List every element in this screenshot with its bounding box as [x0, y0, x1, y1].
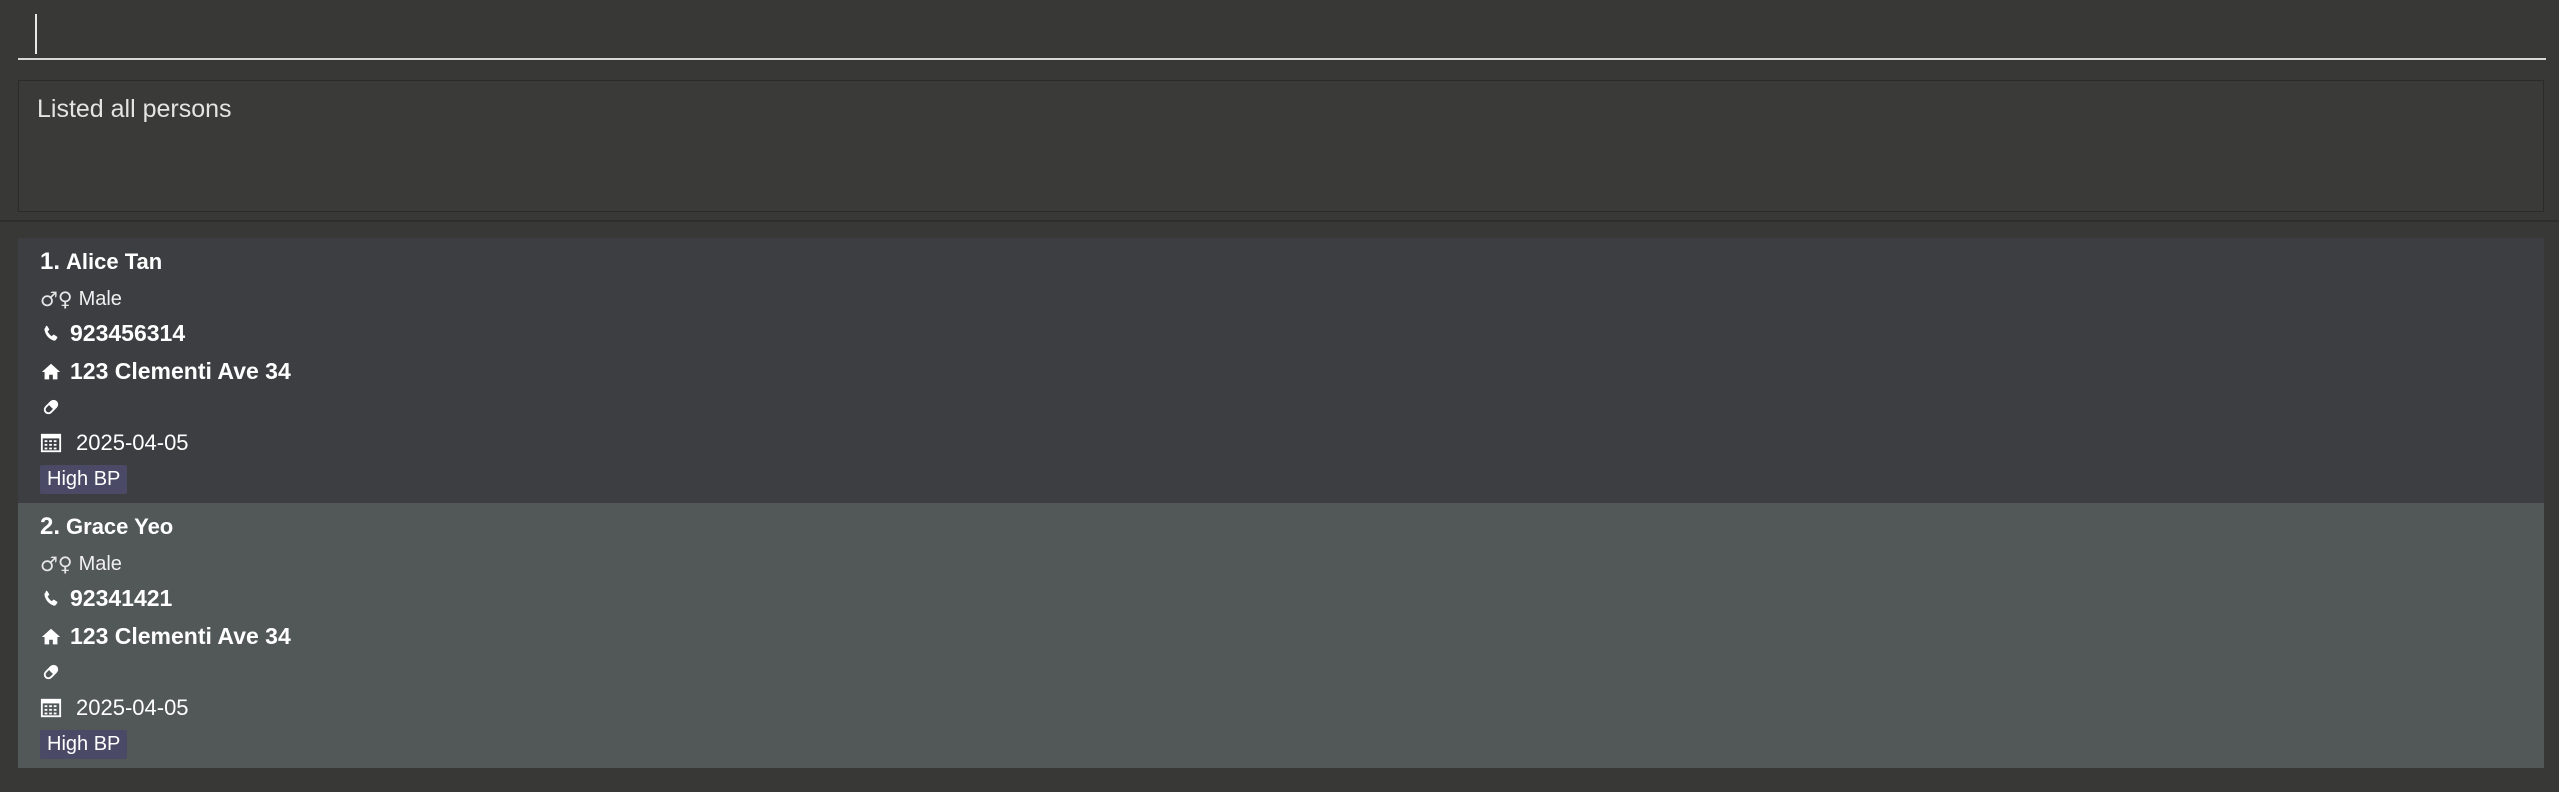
gender-row: ♂♀ Male: [40, 552, 122, 576]
person-name: Grace Yeo: [66, 514, 174, 539]
name-row: 2. Grace Yeo: [40, 513, 173, 541]
person-phone: 923456314: [70, 320, 186, 346]
person-phone: 92341421: [70, 585, 173, 611]
phone-row: 92341421: [40, 585, 172, 612]
person-index: 1.: [40, 248, 61, 275]
tag-badge: High BP: [40, 465, 128, 494]
command-input[interactable]: [18, 8, 2546, 58]
person-address: 123 Clementi Ave 34: [70, 358, 291, 384]
phone-row: 923456314: [40, 320, 185, 347]
pill-icon: [40, 661, 62, 683]
phone-icon: [40, 588, 62, 610]
address-row: 123 Clementi Ave 34: [40, 358, 291, 385]
date-row: 2025-04-05: [40, 695, 189, 721]
tag-badge: High BP: [40, 730, 128, 759]
person-card[interactable]: 1. Alice Tan ♂♀ Male 923456314 123 Cleme…: [18, 238, 2544, 503]
person-address: 123 Clementi Ave 34: [70, 623, 291, 649]
command-box[interactable]: [18, 8, 2546, 60]
gender-row: ♂♀ Male: [40, 287, 122, 311]
calendar-icon: [40, 697, 62, 719]
home-icon: [40, 626, 62, 648]
pill-icon: [40, 396, 62, 418]
text-caret: [35, 14, 37, 54]
calendar-icon: [40, 432, 62, 454]
person-gender: Male: [78, 552, 122, 575]
result-display: Listed all persons: [18, 80, 2544, 212]
person-date: 2025-04-05: [76, 430, 189, 455]
person-list[interactable]: 1. Alice Tan ♂♀ Male 923456314 123 Cleme…: [18, 238, 2544, 768]
divider: [0, 220, 2559, 222]
person-date: 2025-04-05: [76, 695, 189, 720]
person-card-selected[interactable]: 2. Grace Yeo ♂♀ Male 92341421 123 Clemen…: [18, 503, 2544, 768]
name-row: 1. Alice Tan: [40, 248, 162, 276]
tag-row: High BP: [40, 465, 128, 494]
medication-row: [40, 661, 76, 683]
person-gender: Male: [78, 287, 122, 310]
home-icon: [40, 361, 62, 383]
tag-row: High BP: [40, 730, 128, 759]
medication-row: [40, 396, 76, 418]
gender-icon: ♂♀: [40, 552, 73, 576]
app-window: Listed all persons 1. Alice Tan ♂♀ Male …: [0, 0, 2559, 792]
phone-icon: [40, 323, 62, 345]
result-message: Listed all persons: [37, 95, 232, 123]
address-row: 123 Clementi Ave 34: [40, 623, 291, 650]
date-row: 2025-04-05: [40, 430, 189, 456]
gender-icon: ♂♀: [40, 287, 73, 311]
person-name: Alice Tan: [66, 249, 163, 274]
person-index: 2.: [40, 513, 61, 540]
